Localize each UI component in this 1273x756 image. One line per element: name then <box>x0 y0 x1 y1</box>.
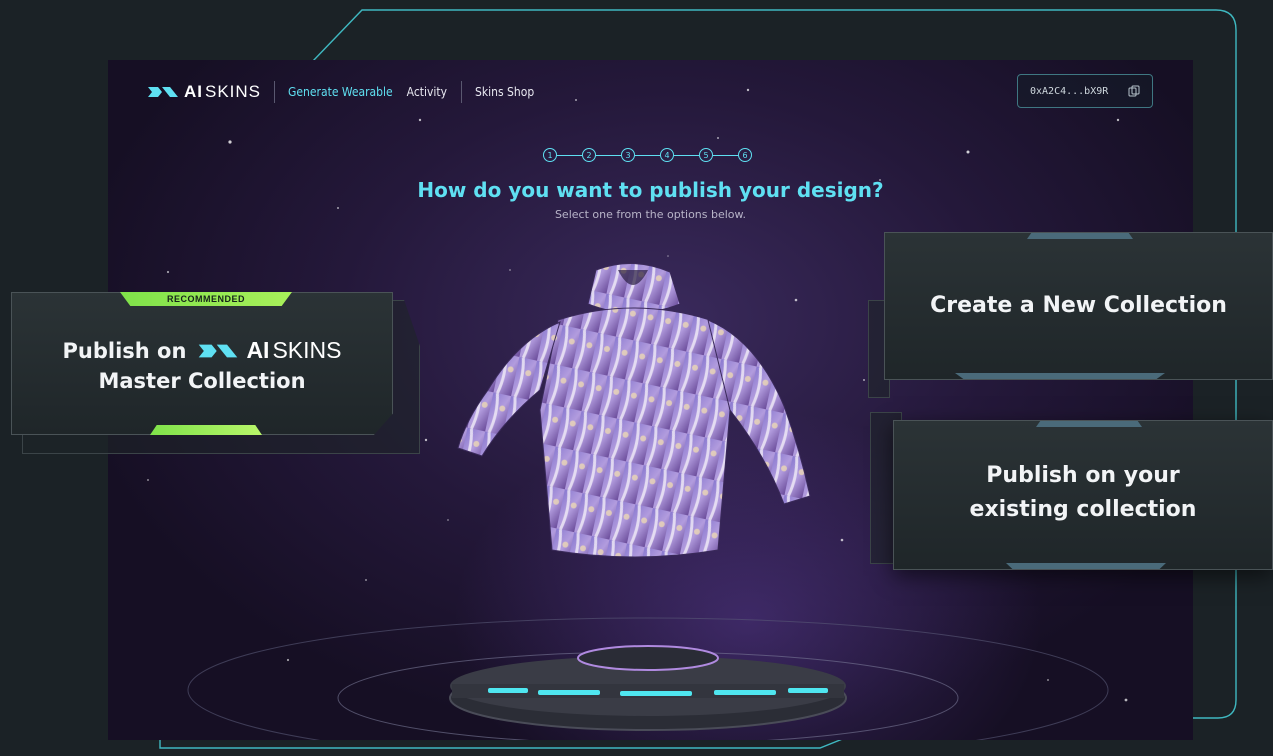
step-connector <box>713 155 738 156</box>
display-platform <box>187 617 1109 740</box>
step-6: 6 <box>738 148 752 162</box>
step-connector <box>674 155 699 156</box>
card-accent-top <box>1027 233 1133 239</box>
top-nav: AI SKINS Generate Wearable Activity Skin… <box>148 78 548 106</box>
step-2: 2 <box>582 148 596 162</box>
card-accent-top <box>1036 421 1142 427</box>
brand-ai: AI <box>184 82 203 101</box>
nav-generate-wearable[interactable]: Generate Wearable <box>288 85 393 99</box>
copy-icon[interactable] <box>1128 85 1140 97</box>
inline-brand-logo: AI SKINS <box>196 337 341 364</box>
brand-mark-icon <box>199 344 238 357</box>
master-prefix: Publish on <box>62 338 187 363</box>
recommended-accent <box>150 425 262 435</box>
step-3: 3 <box>621 148 635 162</box>
brand-mark-icon <box>148 87 178 97</box>
master-line1: Publish on AI SKINS <box>12 337 392 364</box>
master-line2: Master Collection <box>98 369 306 393</box>
nav-divider <box>461 81 463 103</box>
wallet-address: 0xA2C4...bX9R <box>1030 85 1109 97</box>
wallet-address-button[interactable]: 0xA2C4...bX9R <box>1017 74 1153 108</box>
page-subtitle: Select one from the options below. <box>554 208 747 221</box>
option-master-collection[interactable]: RECOMMENDED Publish on AI SKINS Master C… <box>11 292 393 435</box>
recommended-badge: RECOMMENDED <box>120 292 292 306</box>
card-accent-bottom <box>955 373 1165 379</box>
inline-brand-ai: AI <box>246 337 270 363</box>
progress-stepper: 1 2 3 4 5 6 <box>543 148 759 164</box>
step-connector <box>596 155 621 156</box>
step-4: 4 <box>660 148 674 162</box>
brand-skins: SKINS <box>205 82 262 101</box>
inline-brand-skins: SKINS <box>272 337 342 363</box>
page-title: How do you want to publish your design? <box>417 178 884 202</box>
brand-logo[interactable]: AI SKINS <box>148 82 261 102</box>
option-existing-collection[interactable]: Publish on your existing collection <box>893 420 1273 570</box>
nav-activity[interactable]: Activity <box>407 85 447 99</box>
nav-divider <box>274 81 276 103</box>
step-1: 1 <box>543 148 557 162</box>
option-create-new-collection[interactable]: Create a New Collection <box>884 232 1273 380</box>
hoodie-preview-image <box>457 262 811 558</box>
step-connector <box>635 155 660 156</box>
step-connector <box>557 155 582 156</box>
existing-line1: Publish on your <box>986 463 1180 488</box>
nav-skins-shop[interactable]: Skins Shop <box>475 85 534 99</box>
card-accent-bottom <box>1006 563 1166 569</box>
existing-line2: existing collection <box>969 497 1197 522</box>
create-new-collection-label: Create a New Collection <box>930 293 1227 318</box>
step-5: 5 <box>699 148 713 162</box>
